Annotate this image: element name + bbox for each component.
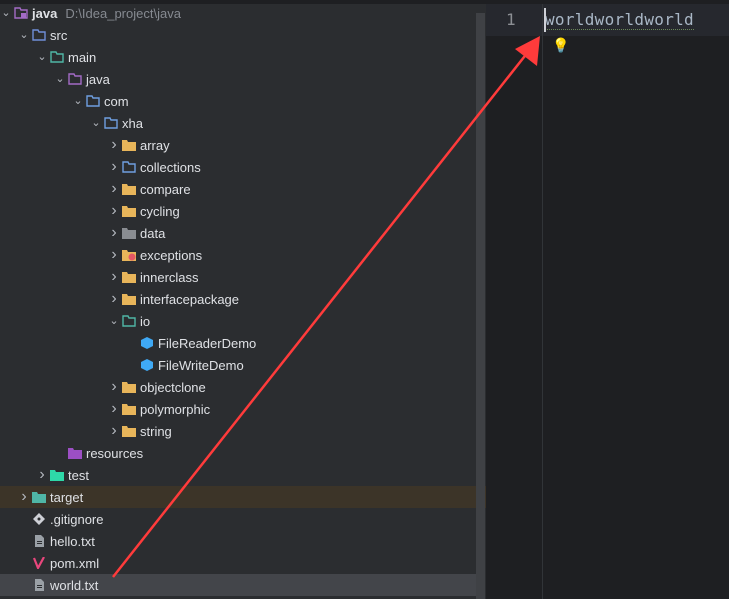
arrow-head [515,36,540,66]
annotation-arrow [112,36,540,578]
arrow-shaft [112,51,529,578]
